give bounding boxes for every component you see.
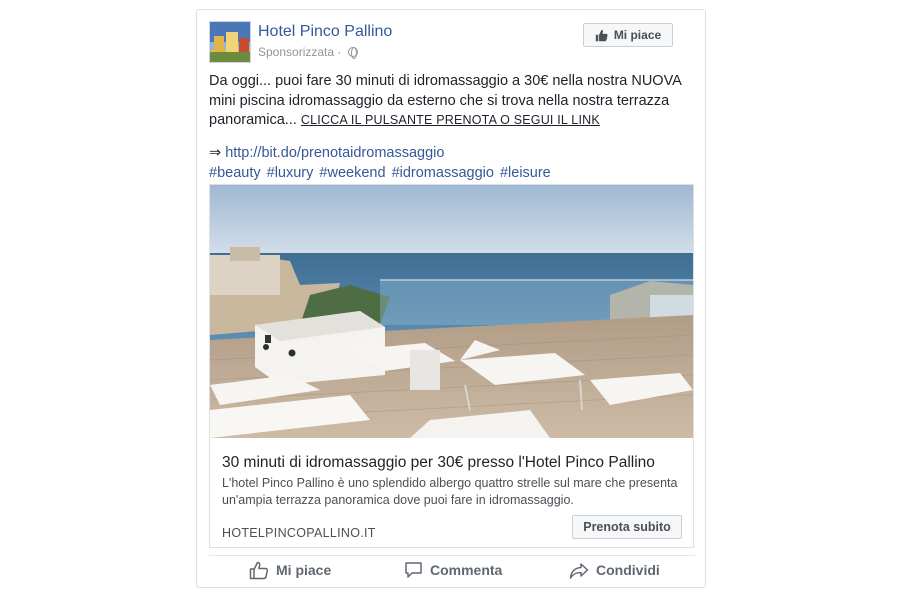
share-button[interactable]: Condividi bbox=[569, 557, 660, 583]
hashtag-link[interactable]: #weekend bbox=[319, 165, 385, 181]
avatar-image bbox=[210, 22, 250, 62]
post-link-line: ⇒ http://bit.do/prenotaidromassaggio bbox=[209, 145, 444, 161]
hashtag-list: #beauty #luxury #weekend #idromassaggio … bbox=[209, 165, 553, 181]
like-button[interactable]: Mi piace bbox=[249, 557, 331, 583]
sponsored-label[interactable]: Sponsorizzata bbox=[258, 45, 334, 59]
ad-link-preview[interactable]: 30 minuti di idromassaggio per 30€ press… bbox=[209, 184, 694, 548]
post-body: Da oggi... puoi fare 30 minuti di idroma… bbox=[209, 72, 695, 131]
meta-separator: · bbox=[337, 45, 342, 59]
like-label: Mi piace bbox=[276, 562, 332, 578]
thumbs-up-icon bbox=[595, 29, 608, 41]
sponsored-meta: Sponsorizzata · bbox=[258, 45, 358, 59]
globe-icon bbox=[347, 47, 358, 59]
cta-link[interactable]: CLICCA IL PULSANTE PRENOTA O SEGUI IL LI… bbox=[301, 113, 600, 127]
thumbs-up-icon bbox=[249, 561, 269, 579]
post-url-link[interactable]: http://bit.do/prenotaidromassaggio bbox=[225, 145, 444, 161]
like-page-label: Mi piace bbox=[613, 28, 662, 42]
link-arrow: ⇒ bbox=[209, 145, 222, 161]
sponsored-post-card: Hotel Pinco Pallino Sponsorizzata · Mi p… bbox=[196, 9, 706, 588]
ad-headline[interactable]: 30 minuti di idromassaggio per 30€ press… bbox=[222, 454, 655, 472]
hashtag-link[interactable]: #luxury bbox=[267, 165, 314, 181]
comment-label: Commenta bbox=[430, 562, 503, 578]
hashtag-link[interactable]: #idromassaggio bbox=[392, 165, 494, 181]
page-avatar[interactable] bbox=[209, 21, 251, 63]
rooftop-terrace-photo bbox=[210, 185, 693, 438]
ad-image[interactable] bbox=[210, 185, 693, 438]
share-arrow-icon bbox=[569, 562, 589, 579]
hashtag-link[interactable]: #beauty bbox=[209, 165, 261, 181]
comment-icon bbox=[405, 562, 422, 578]
ad-domain: HOTELPINCOPALLINO.IT bbox=[222, 526, 376, 540]
page-name-link[interactable]: Hotel Pinco Pallino bbox=[258, 23, 392, 41]
comment-button[interactable]: Commenta bbox=[404, 557, 502, 583]
post-action-bar: Mi piace Commenta Condividi bbox=[209, 555, 695, 583]
hashtag-link[interactable]: #leisure bbox=[500, 165, 551, 181]
share-label: Condividi bbox=[596, 562, 660, 578]
ad-description: L'hotel Pinco Pallino è uno splendido al… bbox=[222, 476, 678, 507]
book-now-button[interactable]: Prenota subito bbox=[572, 515, 682, 539]
like-page-button[interactable]: Mi piace bbox=[583, 23, 673, 47]
